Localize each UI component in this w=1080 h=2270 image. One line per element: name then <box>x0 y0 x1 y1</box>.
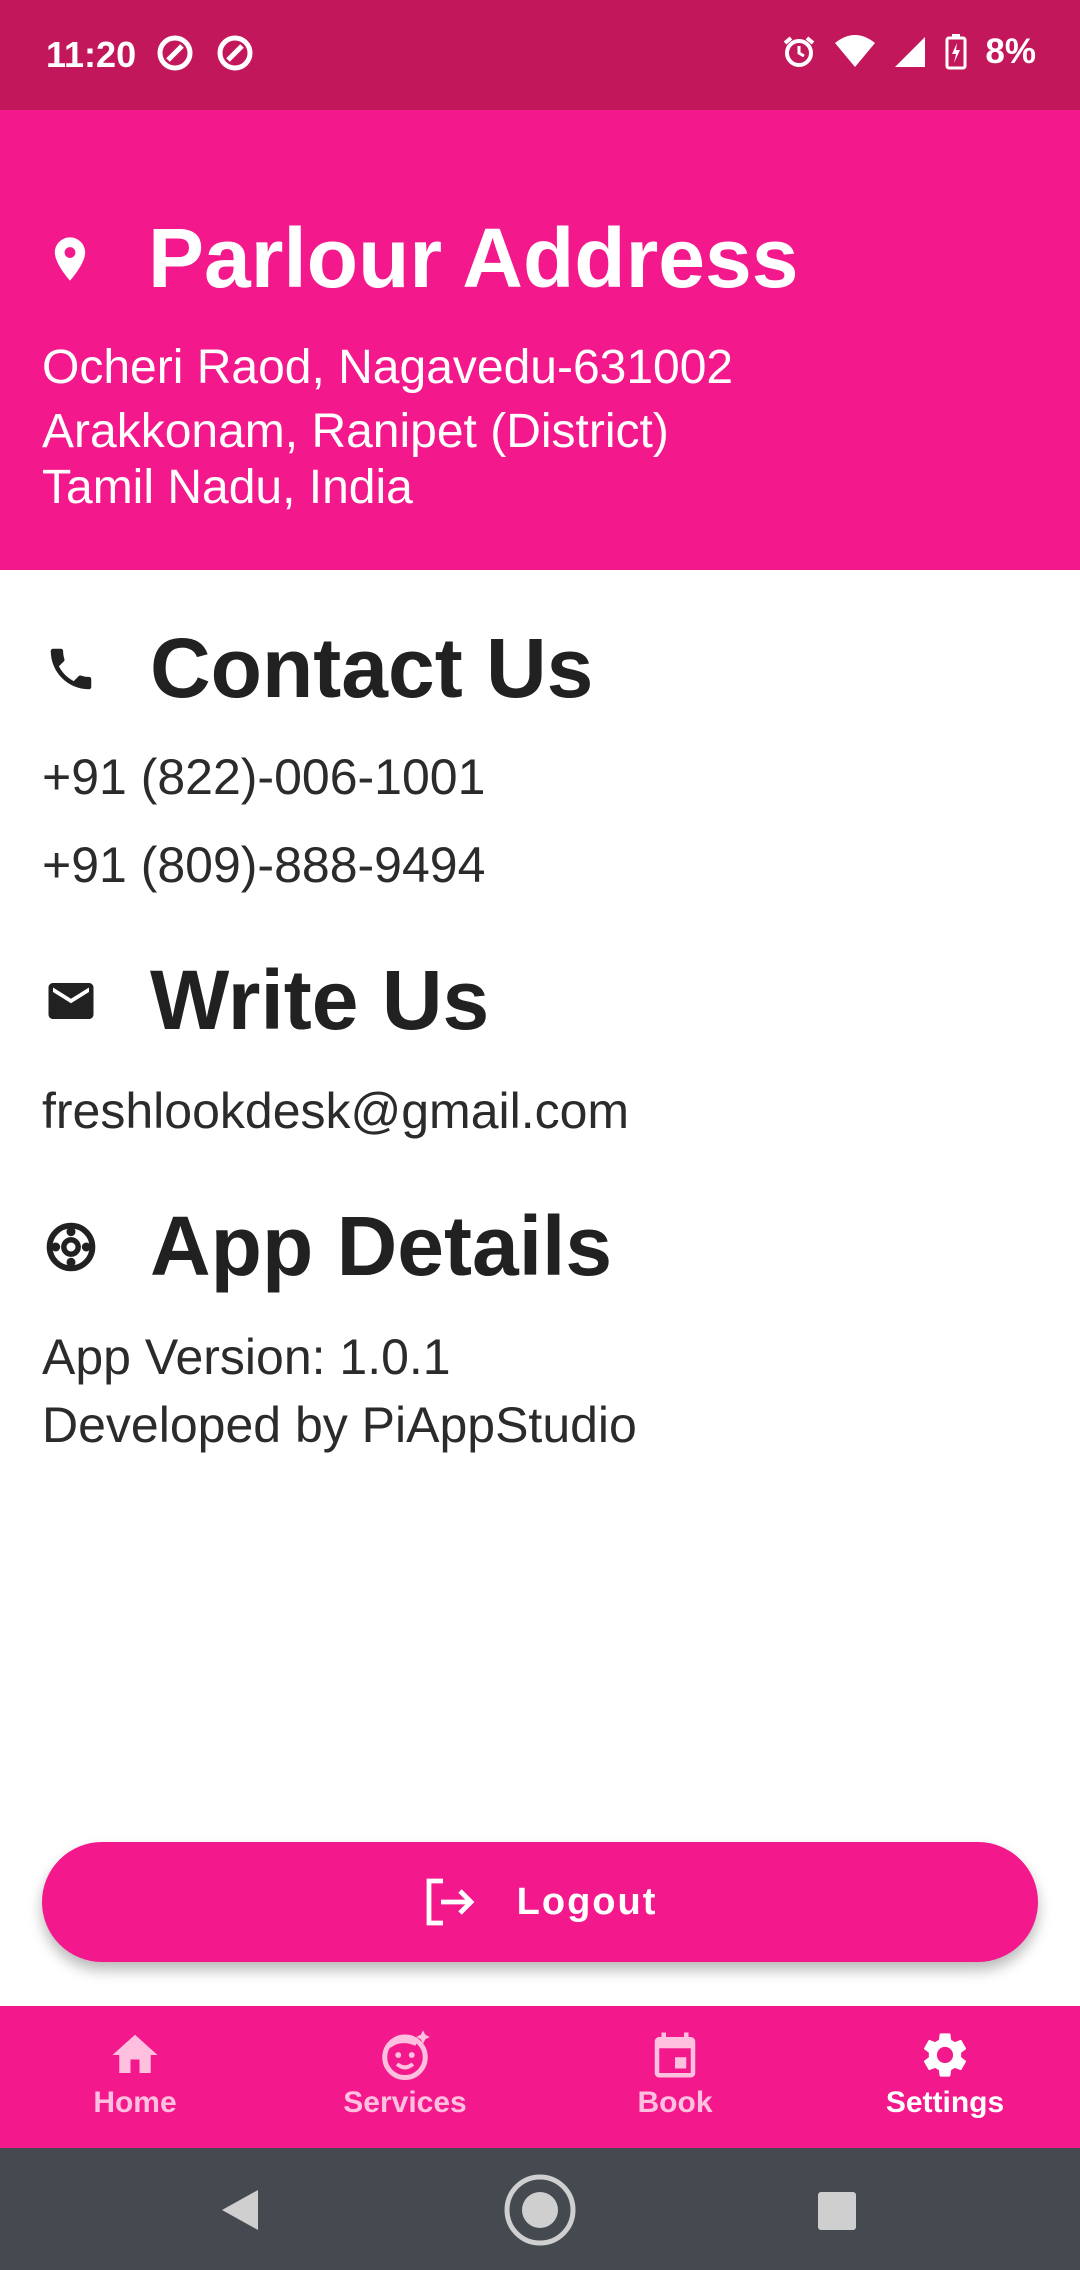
face-icon <box>382 2030 430 2080</box>
app-details-title-row: App Details <box>44 1198 612 1295</box>
bottom-navigation: Home Services Book Settings <box>0 2006 1080 2148</box>
address-title: Parlour Address <box>148 211 799 305</box>
phone-number-2[interactable]: +91 (809)-888-9494 <box>42 836 485 894</box>
system-navigation-bar <box>0 2148 1080 2270</box>
address-text: Ocheri Raod, Nagavedu-631002 Arakkonam, … <box>42 336 733 520</box>
location-pin-icon <box>54 236 86 281</box>
app-version: App Version: 1.0.1 <box>42 1329 451 1385</box>
status-time: 11:20 <box>46 34 137 75</box>
mail-icon <box>48 982 94 1019</box>
nav-item-services[interactable]: Services <box>270 2006 540 2148</box>
status-bar: 11:20 8% <box>0 0 1080 110</box>
signal-icon <box>895 37 926 67</box>
nav-item-home[interactable]: Home <box>0 2006 270 2148</box>
logout-label: Logout <box>516 1880 658 1923</box>
phone-number-1[interactable]: +91 (822)-006-1001 <box>42 748 485 806</box>
gear-icon <box>923 2033 967 2077</box>
nav-label-services: Services <box>343 2086 467 2119</box>
support-icon <box>46 1222 96 1271</box>
nav-item-book[interactable]: Book <box>540 2006 810 2148</box>
calendar-icon <box>654 2032 696 2078</box>
app-details-title: App Details <box>150 1199 613 1293</box>
address-line: Tamil Nadu, India <box>42 461 413 514</box>
battery-percentage: 8% <box>985 32 1036 71</box>
address-line: Arakkonam, Ranipet (District) <box>42 405 669 458</box>
phone-icon <box>50 648 92 689</box>
contact-title-row: Contact Us <box>44 620 593 717</box>
developer-credit: Developed by PiAppStudio <box>42 1397 637 1453</box>
nav-item-settings[interactable]: Settings <box>810 2006 1080 2148</box>
status-system-icons: 8% <box>781 32 1036 72</box>
status-notification-icons <box>156 34 254 72</box>
address-line: Ocheri Raod, Nagavedu-631002 <box>42 341 734 394</box>
notification-icon <box>157 35 193 71</box>
home-circle-icon[interactable] <box>502 2172 578 2248</box>
notification-icon <box>217 35 253 71</box>
write-title: Write Us <box>150 953 490 1047</box>
nav-label-home: Home <box>93 2086 177 2119</box>
battery-icon <box>945 34 967 70</box>
address-title-row: Parlour Address <box>44 210 798 307</box>
home-icon <box>112 2034 158 2073</box>
address-header: Parlour Address Ocheri Raod, Nagavedu-63… <box>0 110 1080 570</box>
wifi-icon <box>835 35 876 67</box>
nav-label-book: Book <box>637 2086 713 2119</box>
logout-button[interactable]: Logout <box>42 1842 1038 1962</box>
write-title-row: Write Us <box>44 952 489 1049</box>
contact-title: Contact Us <box>150 621 594 715</box>
alarm-icon <box>784 36 815 67</box>
email-address[interactable]: freshlookdesk@gmail.com <box>42 1082 629 1140</box>
recents-icon[interactable] <box>818 2192 856 2230</box>
back-icon[interactable] <box>218 2188 262 2232</box>
nav-label-settings: Settings <box>885 2086 1005 2119</box>
logout-icon <box>426 1878 475 1926</box>
